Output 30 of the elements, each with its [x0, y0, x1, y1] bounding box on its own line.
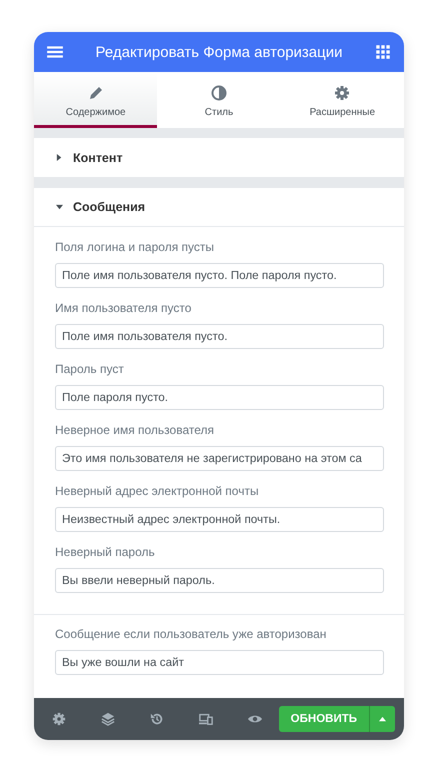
caret-icon — [56, 204, 63, 210]
devices-icon[interactable] — [199, 712, 213, 726]
field-label: Пароль пуст — [55, 362, 125, 376]
panel-title: Редактировать Форма авторизации — [94, 44, 344, 60]
gear-icon — [334, 85, 350, 101]
history-icon[interactable] — [150, 712, 164, 726]
text-field[interactable]: Вы уже вошли на сайт — [55, 650, 384, 675]
contrast-icon — [210, 85, 227, 101]
section-header[interactable]: Сообщения — [34, 188, 404, 227]
field-label: Неверный пароль — [55, 545, 156, 559]
field-label: Сообщение если пользователь уже авторизован — [55, 627, 328, 641]
field-label: Имя пользователя пусто — [55, 301, 192, 315]
text-field[interactable]: Поле имя пользователя пусто. Поле пароля пусто. — [55, 263, 384, 288]
layers-icon[interactable] — [101, 712, 115, 726]
caret-icon — [56, 154, 63, 161]
section-header[interactable]: Контент — [34, 138, 404, 177]
settings-icon[interactable] — [52, 712, 66, 726]
options-button[interactable] — [369, 706, 395, 732]
field-label: Поля логина и пароля пусты — [55, 240, 216, 254]
text-field[interactable]: Неизвестный адрес электронной почты. — [55, 507, 384, 532]
grid-icon[interactable] — [374, 43, 392, 61]
text-field[interactable]: Поле имя пользователя пусто. — [55, 324, 384, 349]
text-field[interactable]: Вы ввели неверный пароль. — [55, 568, 384, 593]
text-field[interactable]: Это имя пользователя не зарегистрировано на этом са — [55, 446, 384, 471]
tab[interactable]: Содержимое — [34, 72, 158, 128]
pencil-icon — [88, 85, 104, 101]
field-label: Неверный адрес электронной почты — [55, 484, 260, 498]
caret-up-icon — [379, 716, 386, 722]
field-label: Неверное имя пользователя — [55, 423, 216, 437]
text-field[interactable]: Поле пароля пусто. — [55, 385, 384, 410]
